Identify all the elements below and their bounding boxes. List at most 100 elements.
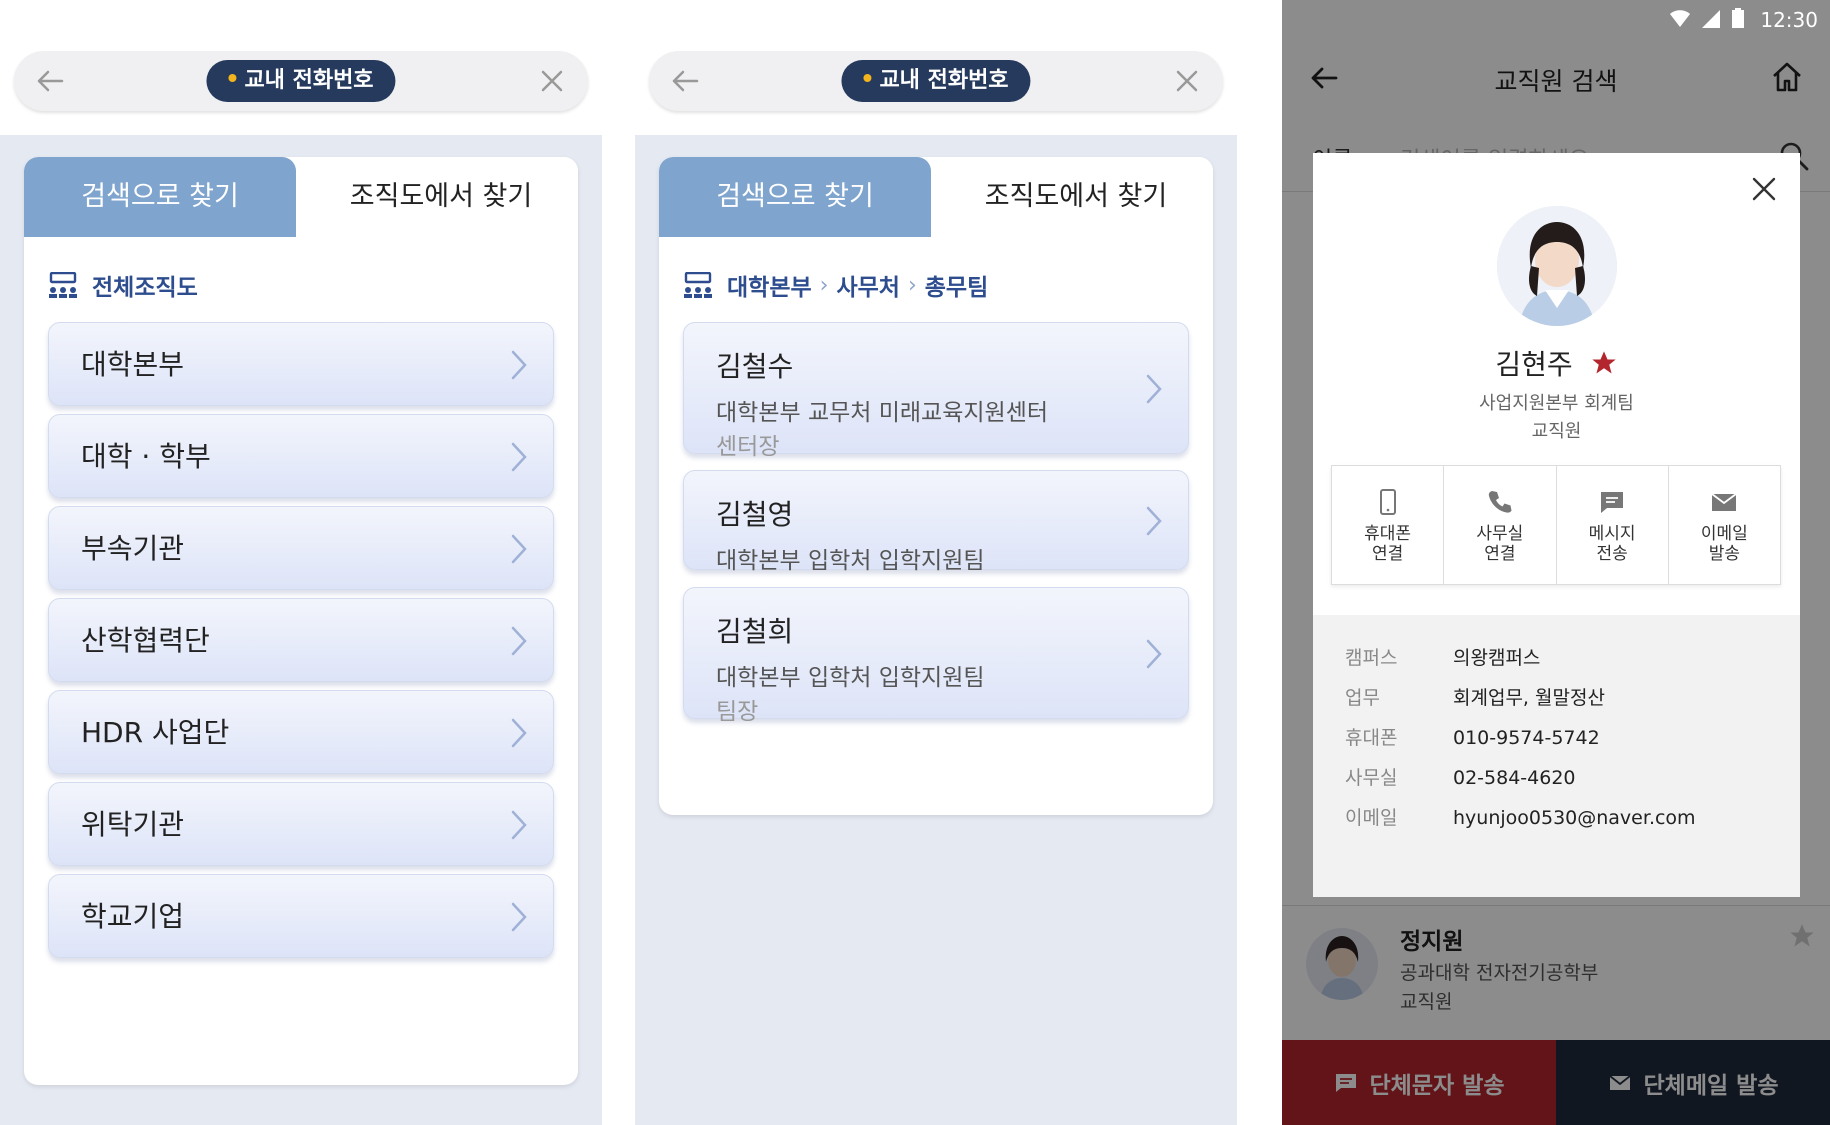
action-label-line2: 연결 xyxy=(1371,544,1404,564)
phone-icon xyxy=(1488,491,1512,513)
send-message-button[interactable]: 메시지 전송 xyxy=(1557,466,1669,584)
staff-role: 팀장 xyxy=(716,699,759,725)
call-office-button[interactable]: 사무실 연결 xyxy=(1444,466,1557,584)
action-label-line1: 사무실 xyxy=(1476,524,1524,544)
info-key: 캠퍼스 xyxy=(1345,647,1398,669)
info-key: 휴대폰 xyxy=(1345,727,1398,749)
breadcrumb-level-3[interactable]: 총무팀 xyxy=(925,268,988,302)
staff-role: 센터장 xyxy=(716,434,780,460)
tab-search[interactable]: 검색으로 찾기 xyxy=(24,157,296,237)
staff-item[interactable]: 김철희 대학본부 입학처 입학지원팀 팀장 xyxy=(683,587,1189,725)
info-value: 의왕캠퍼스 xyxy=(1453,647,1541,669)
search-chip[interactable]: 교내 전화번호 xyxy=(841,60,1031,102)
info-key: 업무 xyxy=(1345,687,1380,709)
chevron-right-icon xyxy=(511,718,527,748)
org-chart-icon xyxy=(49,272,77,298)
signal-icon xyxy=(1702,10,1720,28)
tab-org-chart[interactable]: 조직도에서 찾기 xyxy=(304,157,578,237)
org-item-label: 위탁기관 xyxy=(81,808,185,841)
org-item-hq[interactable]: 대학본부 xyxy=(48,322,554,406)
breadcrumb-separator-icon: › xyxy=(819,272,829,298)
chevron-right-icon xyxy=(1146,506,1162,536)
org-item-affiliated[interactable]: 부속기관 xyxy=(48,506,554,590)
org-item-industry[interactable]: 산학협력단 xyxy=(48,598,554,682)
chip-dot xyxy=(863,74,872,82)
search-chip[interactable]: 교내 전화번호 xyxy=(206,60,396,102)
close-icon[interactable] xyxy=(1748,173,1780,205)
send-email-button[interactable]: 이메일 발송 xyxy=(1669,466,1780,584)
org-item-consign[interactable]: 위탁기관 xyxy=(48,782,554,866)
staff-dept: 대학본부 입학처 입학지원팀 xyxy=(716,548,985,574)
staff-card: 검색으로 찾기 조직도에서 찾기 대학본부 › 사무처 › 총무팀 김철수 대학… xyxy=(659,157,1213,815)
status-bar: 12:30 xyxy=(1282,0,1830,38)
search-bar: 교내 전화번호 xyxy=(649,51,1223,111)
call-mobile-button[interactable]: 휴대폰 연결 xyxy=(1332,466,1445,584)
org-item-label: 대학본부 xyxy=(81,348,185,381)
profile-modal: 김현주 사업지원본부 회계팀 교직원 휴대폰 연결 사무실 연결 메시지 전송 xyxy=(1313,153,1800,897)
breadcrumb-level-1[interactable]: 대학본부 xyxy=(727,268,812,302)
profile-photo xyxy=(1497,206,1617,326)
org-chart-icon xyxy=(684,272,712,298)
message-icon xyxy=(1601,492,1624,513)
staff-list-panel-root: 교내 전화번호 검색으로 찾기 조직도에서 찾기 대학본부 › 사무처 › 총무… xyxy=(635,0,1237,1125)
info-row-email: 이메일 hyunjoo0530@naver.com xyxy=(1345,803,1696,830)
org-item-enterprise[interactable]: 학교기업 xyxy=(48,874,554,958)
breadcrumb-root[interactable]: 전체조직도 xyxy=(92,268,198,302)
mail-icon xyxy=(1711,493,1737,511)
tab-bar: 검색으로 찾기 조직도에서 찾기 xyxy=(24,157,578,237)
search-chip-label: 교내 전화번호 xyxy=(879,68,1009,93)
info-value: 회계업무, 월말정산 xyxy=(1453,687,1605,709)
staff-name: 김철희 xyxy=(716,615,794,648)
info-value[interactable]: 02-584-4620 xyxy=(1453,767,1576,789)
org-card: 검색으로 찾기 조직도에서 찾기 전체조직도 대학본부 대학 · 학부 부속기관… xyxy=(24,157,578,1085)
org-panel-root: 교내 전화번호 검색으로 찾기 조직도에서 찾기 전체조직도 대학본부 대학 ·… xyxy=(0,0,602,1125)
back-arrow-icon[interactable] xyxy=(32,63,68,99)
tab-search[interactable]: 검색으로 찾기 xyxy=(659,157,931,237)
staff-dept: 대학본부 입학처 입학지원팀 xyxy=(716,665,985,691)
star-filled-icon[interactable] xyxy=(1590,349,1618,377)
info-key: 이메일 xyxy=(1345,807,1398,829)
org-item-label: 부속기관 xyxy=(81,532,185,565)
org-item-label: 대학 · 학부 xyxy=(81,440,211,473)
info-value[interactable]: 010-9574-5742 xyxy=(1453,727,1600,749)
chevron-right-icon xyxy=(511,810,527,840)
staff-item[interactable]: 김철수 대학본부 교무처 미래교육지원센터 센터장 xyxy=(683,322,1189,460)
breadcrumb: 전체조직도 xyxy=(48,267,198,303)
content-area: 검색으로 찾기 조직도에서 찾기 대학본부 › 사무처 › 총무팀 김철수 대학… xyxy=(635,135,1237,1125)
chevron-right-icon xyxy=(511,442,527,472)
mobile-phone-icon xyxy=(1379,489,1396,515)
info-key: 사무실 xyxy=(1345,767,1398,789)
profile-name-row: 김현주 xyxy=(1313,343,1800,383)
status-time: 12:30 xyxy=(1760,8,1818,32)
chevron-right-icon xyxy=(511,350,527,380)
org-item-college[interactable]: 대학 · 학부 xyxy=(48,414,554,498)
info-row-campus: 캠퍼스 의왕캠퍼스 xyxy=(1345,643,1540,670)
org-item-hdr[interactable]: HDR 사업단 xyxy=(48,690,554,774)
action-label-line1: 메시지 xyxy=(1588,524,1636,544)
staff-name: 김철영 xyxy=(716,498,794,531)
breadcrumb-level-2[interactable]: 사무처 xyxy=(836,268,899,302)
close-icon[interactable] xyxy=(534,63,570,99)
breadcrumb: 대학본부 › 사무처 › 총무팀 xyxy=(683,267,988,303)
profile-name: 김현주 xyxy=(1495,348,1573,381)
battery-icon xyxy=(1732,8,1744,28)
action-label-line2: 연결 xyxy=(1484,544,1516,564)
tab-org-chart[interactable]: 조직도에서 찾기 xyxy=(939,157,1213,237)
staff-item[interactable]: 김철영 대학본부 입학처 입학지원팀 xyxy=(683,470,1189,574)
chevron-right-icon xyxy=(1146,374,1162,404)
chevron-right-icon xyxy=(511,534,527,564)
info-value[interactable]: hyunjoo0530@naver.com xyxy=(1453,807,1696,829)
back-arrow-icon[interactable] xyxy=(667,63,703,99)
close-icon[interactable] xyxy=(1169,63,1205,99)
info-row-duty: 업무 회계업무, 월말정산 xyxy=(1345,683,1605,710)
action-label-line1: 이메일 xyxy=(1700,524,1748,544)
profile-info: 캠퍼스 의왕캠퍼스 업무 회계업무, 월말정산 휴대폰 010-9574-5742 사… xyxy=(1313,615,1800,897)
action-label-line2: 발송 xyxy=(1708,544,1741,564)
breadcrumb-separator-icon: › xyxy=(907,272,917,298)
org-item-label: 산학협력단 xyxy=(81,624,210,657)
staff-dept: 대학본부 교무처 미래교육지원센터 xyxy=(716,400,1049,426)
profile-dept: 사업지원본부 회계팀 xyxy=(1479,393,1634,414)
org-item-label: 학교기업 xyxy=(81,900,185,933)
search-bar: 교내 전화번호 xyxy=(14,51,588,111)
action-label-line1: 휴대폰 xyxy=(1364,524,1412,544)
